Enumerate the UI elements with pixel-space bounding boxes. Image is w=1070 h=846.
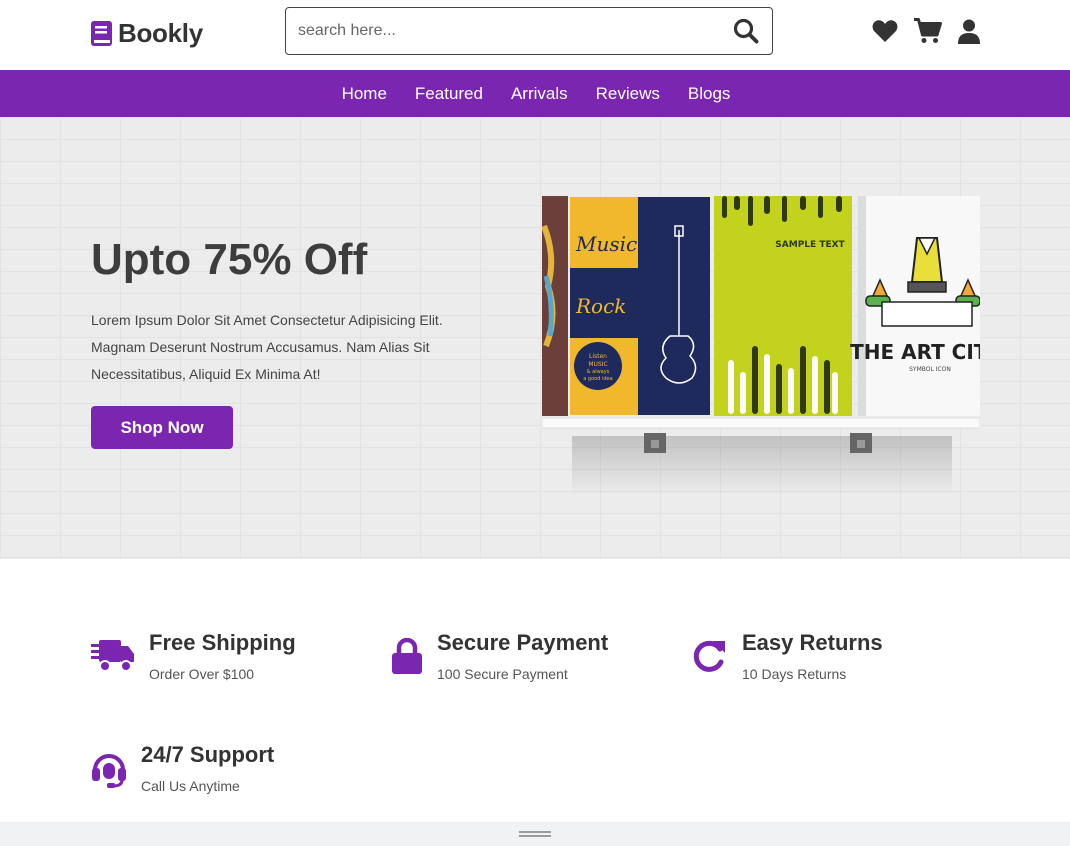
hero-title: Upto 75% Off — [91, 235, 368, 284]
cart-icon[interactable] — [914, 18, 942, 44]
book-badge-2: MUSIC — [588, 361, 607, 368]
feature-title: Easy Returns — [742, 630, 883, 655]
hero-section: Upto 75% Off Lorem Ipsum Dolor Sit Amet … — [0, 117, 1070, 559]
feature-title: 24/7 Support — [141, 742, 275, 767]
lock-icon — [392, 638, 422, 674]
brand-logo[interactable]: Bookly — [91, 18, 203, 49]
header-icons — [872, 18, 980, 44]
feature-free-shipping: Free Shipping Order Over $100 — [91, 630, 296, 682]
nav-home[interactable]: Home — [340, 84, 387, 104]
search-box — [285, 7, 773, 55]
feature-title: Secure Payment — [437, 630, 609, 655]
feature-easy-returns: Easy Returns 10 Days Returns — [693, 630, 883, 682]
nav-blogs[interactable]: Blogs — [686, 84, 731, 104]
book-badge-4: a good idea — [583, 376, 612, 382]
feature-subtitle: Call Us Anytime — [141, 778, 240, 794]
main-nav: Home Featured Arrivals Reviews Blogs — [0, 70, 1070, 117]
book-badge-3: & always — [587, 369, 610, 375]
feature-subtitle: 10 Days Returns — [742, 666, 847, 682]
book-music-title: Music — [575, 232, 637, 256]
heart-icon[interactable] — [872, 19, 898, 43]
shop-now-button[interactable]: Shop Now — [91, 406, 233, 449]
book-icon — [91, 21, 112, 46]
feature-secure-payment: Secure Payment 100 Secure Payment — [392, 630, 608, 682]
feature-subtitle: 100 Secure Payment — [437, 666, 568, 682]
drag-handle[interactable] — [519, 831, 551, 837]
book-rock-title: Rock — [575, 294, 626, 318]
nav-featured[interactable]: Featured — [413, 84, 483, 104]
book-badge-1: Listen — [589, 353, 607, 360]
feature-support: 24/7 Support Call Us Anytime — [91, 742, 274, 794]
hero-description: Lorem Ipsum Dolor Sit Amet Consectetur A… — [91, 312, 443, 382]
feature-title: Free Shipping — [149, 630, 296, 655]
feature-subtitle: Order Over $100 — [149, 666, 255, 682]
search-input[interactable] — [286, 8, 732, 54]
user-icon[interactable] — [958, 19, 980, 44]
search-icon[interactable] — [732, 17, 760, 45]
site-header: Bookly — [0, 0, 1070, 70]
headset-icon — [92, 754, 126, 788]
book-art-city-title: THE ART CITY — [850, 340, 980, 364]
brand-name: Bookly — [118, 18, 203, 48]
nav-arrivals[interactable]: Arrivals — [509, 84, 568, 104]
truck-icon — [91, 640, 134, 672]
bottom-drawer-bar — [0, 822, 1070, 846]
book-sample-text: SAMPLE TEXT — [775, 240, 845, 250]
bookshelf-image[interactable]: Music Rock Listen MUSIC & always a good … — [542, 196, 980, 496]
book-art-city-sub: SYMBOL ICON — [909, 366, 951, 373]
redo-icon — [693, 640, 725, 672]
nav-reviews[interactable]: Reviews — [594, 84, 660, 104]
